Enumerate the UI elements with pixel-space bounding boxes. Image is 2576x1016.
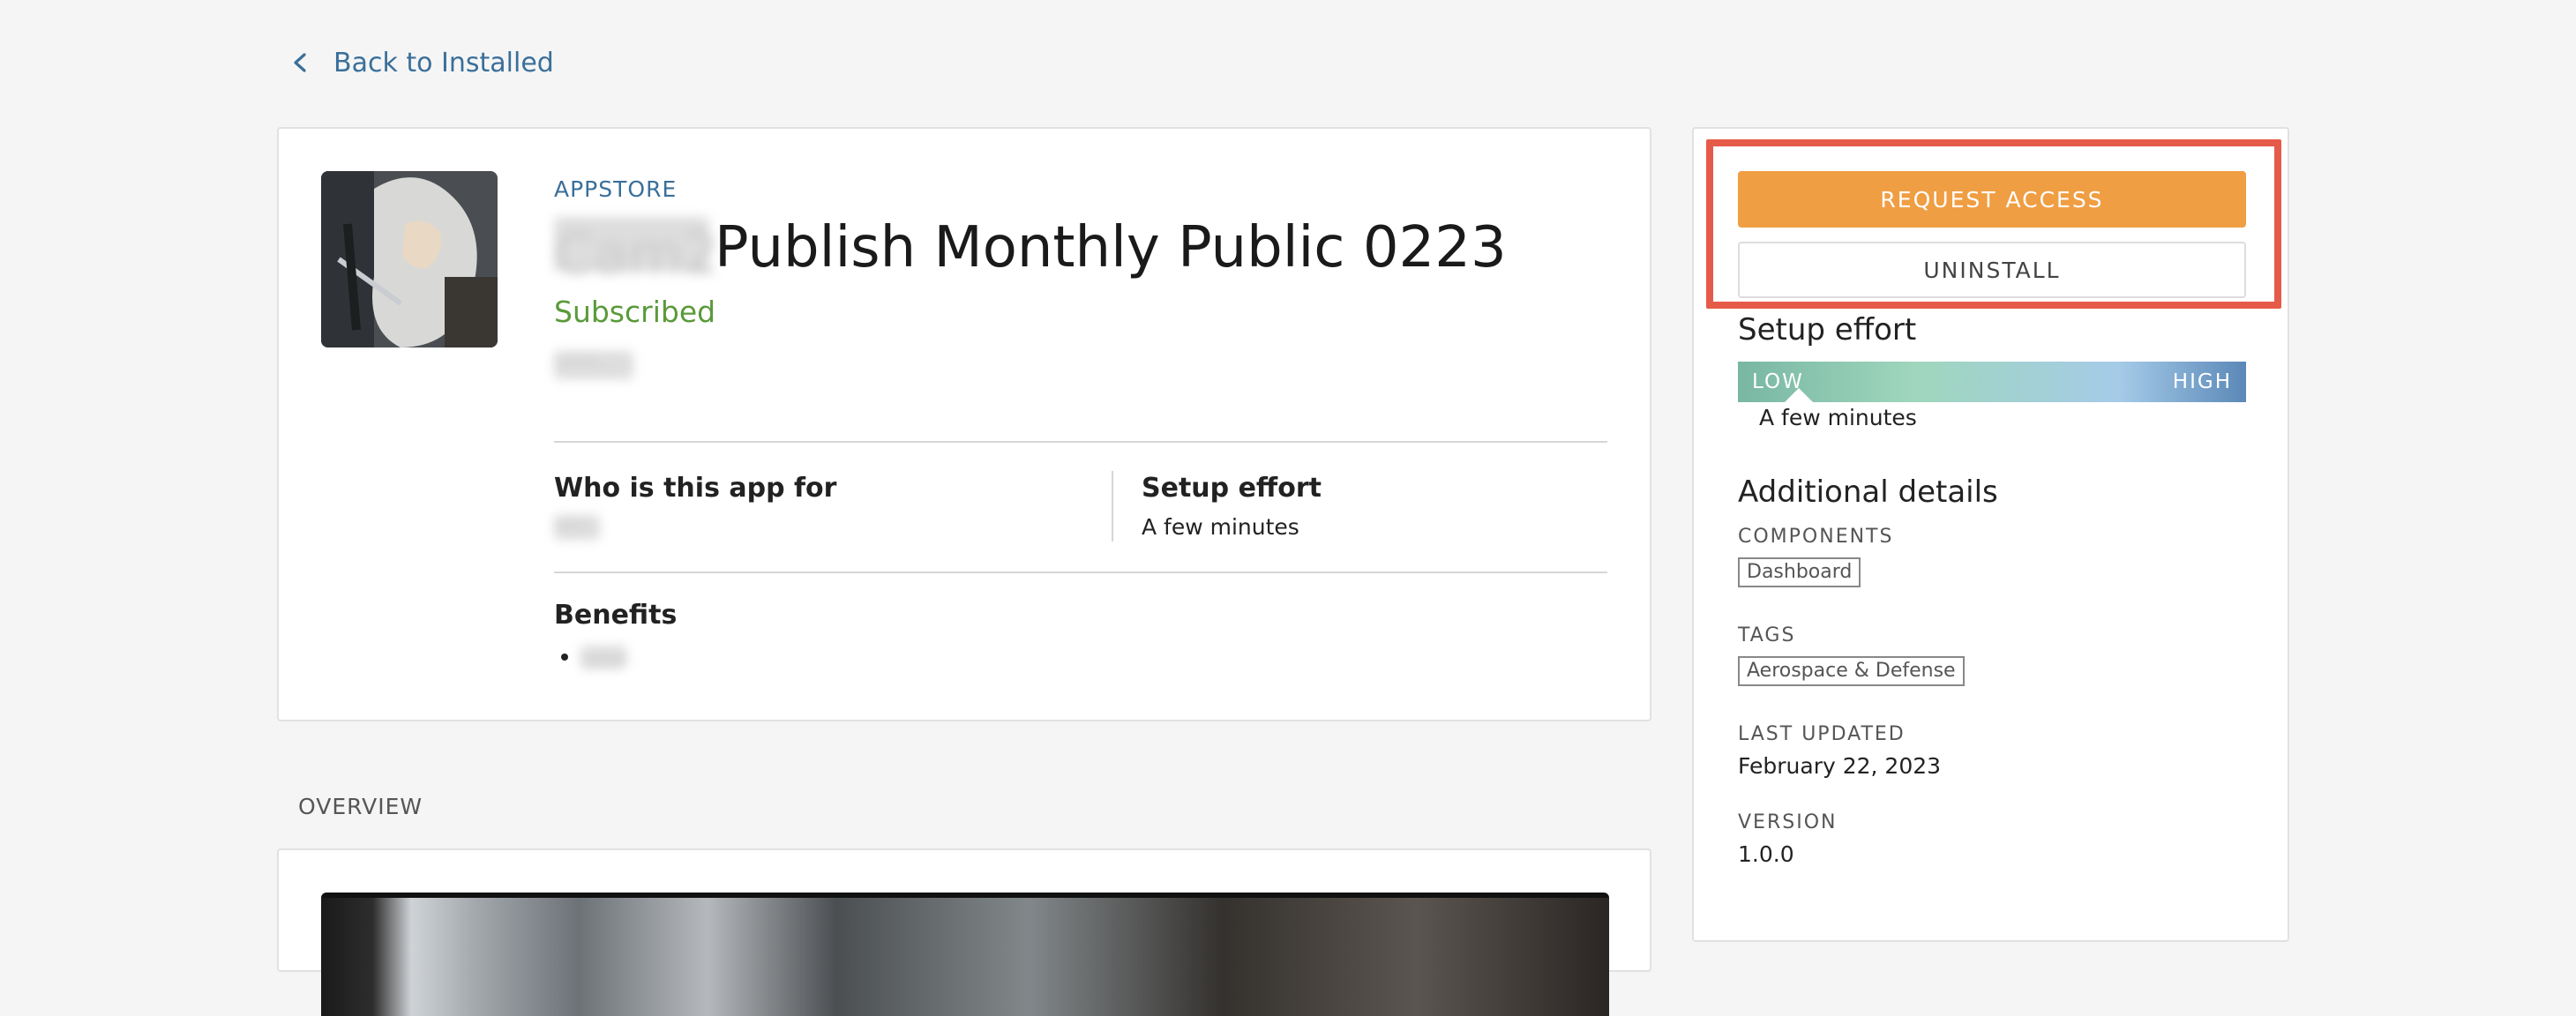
effort-caption: A few minutes [1759, 405, 1917, 430]
blurred-title-prefix: Cam2 [554, 217, 719, 288]
effort-marker-icon [1785, 388, 1814, 402]
component-chip-dashboard[interactable]: Dashboard [1738, 557, 1861, 587]
additional-details-heading: Additional details [1738, 474, 1998, 510]
setup-effort-section: Setup effort A few minutes [1112, 471, 1606, 542]
back-link-label: Back to Installed [333, 47, 554, 78]
appstore-label: APPSTORE [554, 176, 678, 202]
last-updated-label: LAST UPDATED [1738, 723, 1906, 745]
components-label: COMPONENTS [1738, 526, 1894, 548]
app-title-text: Publish Monthly Public 0223 [715, 215, 1507, 280]
overview-heading: OVERVIEW [298, 794, 423, 819]
benefits-list: user [554, 640, 677, 674]
setup-heading: Setup effort [1142, 473, 1322, 504]
overview-image [321, 893, 1609, 1016]
divider [554, 441, 1607, 443]
blurred-benefit: user [580, 646, 629, 674]
side-setup-heading: Setup effort [1738, 312, 1917, 347]
app-thumbnail [321, 171, 498, 347]
setup-effort-bar: LOW HIGH [1738, 362, 2246, 402]
app-summary-card: APPSTORE Cam2Publish Monthly Public 0223… [277, 127, 1651, 721]
chevron-left-icon [291, 53, 311, 72]
app-title: Cam2Publish Monthly Public 0223 [554, 210, 1607, 288]
app-info: APPSTORE Cam2Publish Monthly Public 0223… [554, 175, 1607, 379]
version-value: 1.0.0 [1738, 841, 1794, 867]
subscription-status: Subscribed [554, 295, 716, 329]
tag-chip-aerospace[interactable]: Aerospace & Defense [1738, 656, 1965, 686]
divider [554, 572, 1607, 573]
effort-high-label: HIGH [2172, 370, 2232, 393]
setup-value: A few minutes [1142, 514, 1299, 540]
benefits-heading: Benefits [554, 600, 678, 631]
benefits-section: Benefits user [554, 598, 678, 674]
version-label: VERSION [1738, 811, 1838, 833]
who-is-this-for-section: Who is this app for user [554, 471, 1075, 540]
list-item: user [580, 640, 677, 674]
blurred-meta: Lorem [554, 351, 633, 379]
tags-label: TAGS [1738, 624, 1796, 646]
overview-card [277, 848, 1651, 1016]
blurred-audience: user [554, 515, 600, 540]
last-updated-value: February 22, 2023 [1738, 753, 1942, 779]
highlight-box [1706, 139, 2281, 309]
who-heading: Who is this app for [554, 473, 837, 504]
back-to-installed-link[interactable]: Back to Installed [291, 42, 554, 83]
